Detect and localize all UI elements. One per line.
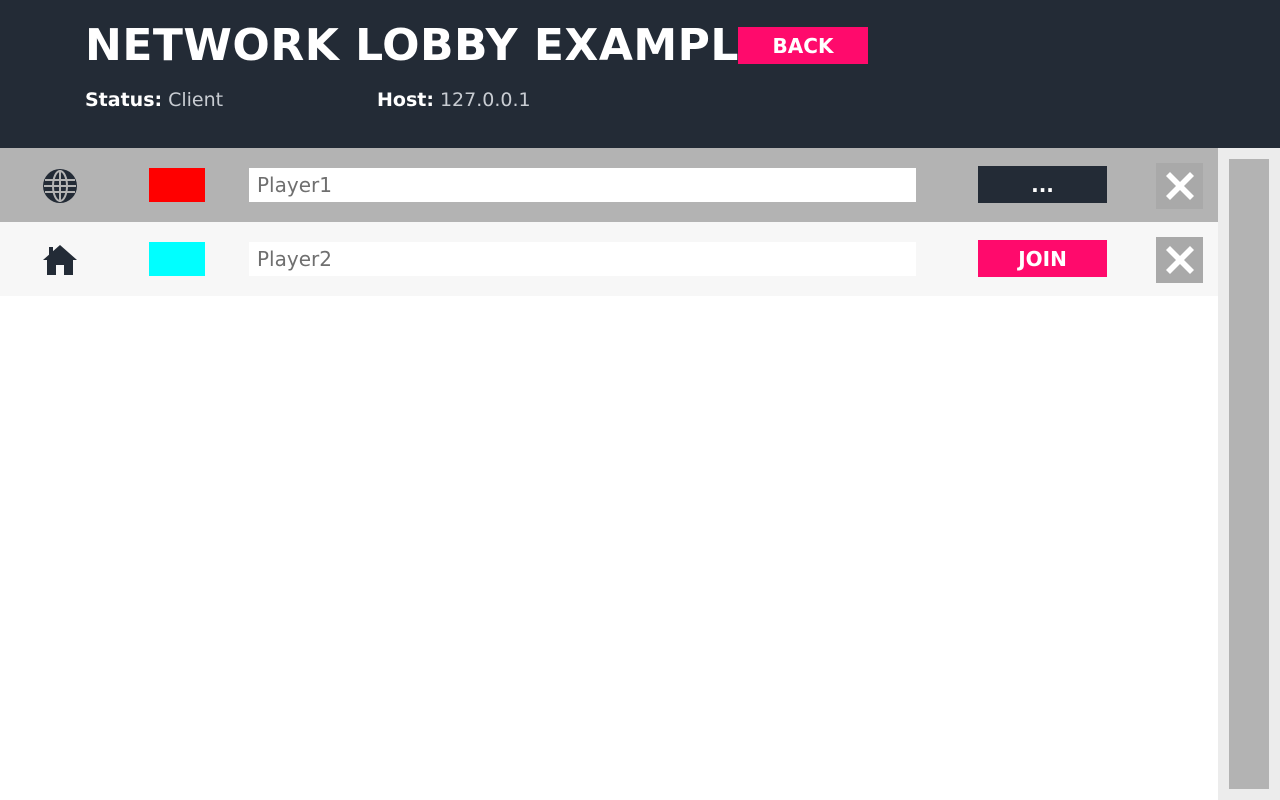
back-button[interactable]: BACK bbox=[738, 27, 868, 64]
player-row: Player2 JOIN bbox=[0, 222, 1218, 296]
close-icon bbox=[1165, 172, 1194, 200]
player-color-swatch[interactable] bbox=[149, 168, 205, 202]
remove-player-button[interactable] bbox=[1156, 237, 1203, 283]
join-button[interactable]: JOIN bbox=[978, 240, 1107, 277]
remove-player-button[interactable] bbox=[1156, 163, 1203, 209]
host-value: 127.0.0.1 bbox=[439, 89, 531, 111]
player-list: Player1 ... Player2 JOIN bbox=[0, 148, 1218, 800]
host-info: Host: 127.0.0.1 bbox=[377, 89, 531, 111]
player-color-swatch[interactable] bbox=[149, 242, 205, 276]
player-row: Player1 ... bbox=[0, 148, 1218, 222]
status-label: Status: bbox=[85, 89, 163, 111]
host-label: Host: bbox=[377, 89, 434, 111]
player-name-field[interactable]: Player2 bbox=[249, 242, 916, 276]
page-title: NETWORK LOBBY EXAMPLE bbox=[85, 20, 770, 71]
ready-button[interactable]: ... bbox=[978, 166, 1107, 203]
status-info: Status: Client bbox=[85, 89, 223, 111]
scrollbar-handle[interactable] bbox=[1229, 159, 1269, 789]
close-icon bbox=[1165, 246, 1194, 274]
globe-icon bbox=[40, 166, 80, 206]
home-icon bbox=[40, 240, 80, 280]
status-value: Client bbox=[168, 89, 224, 111]
player-name-field[interactable]: Player1 bbox=[249, 168, 916, 202]
lobby-header: NETWORK LOBBY EXAMPLE BACK Status: Client… bbox=[0, 0, 1280, 148]
